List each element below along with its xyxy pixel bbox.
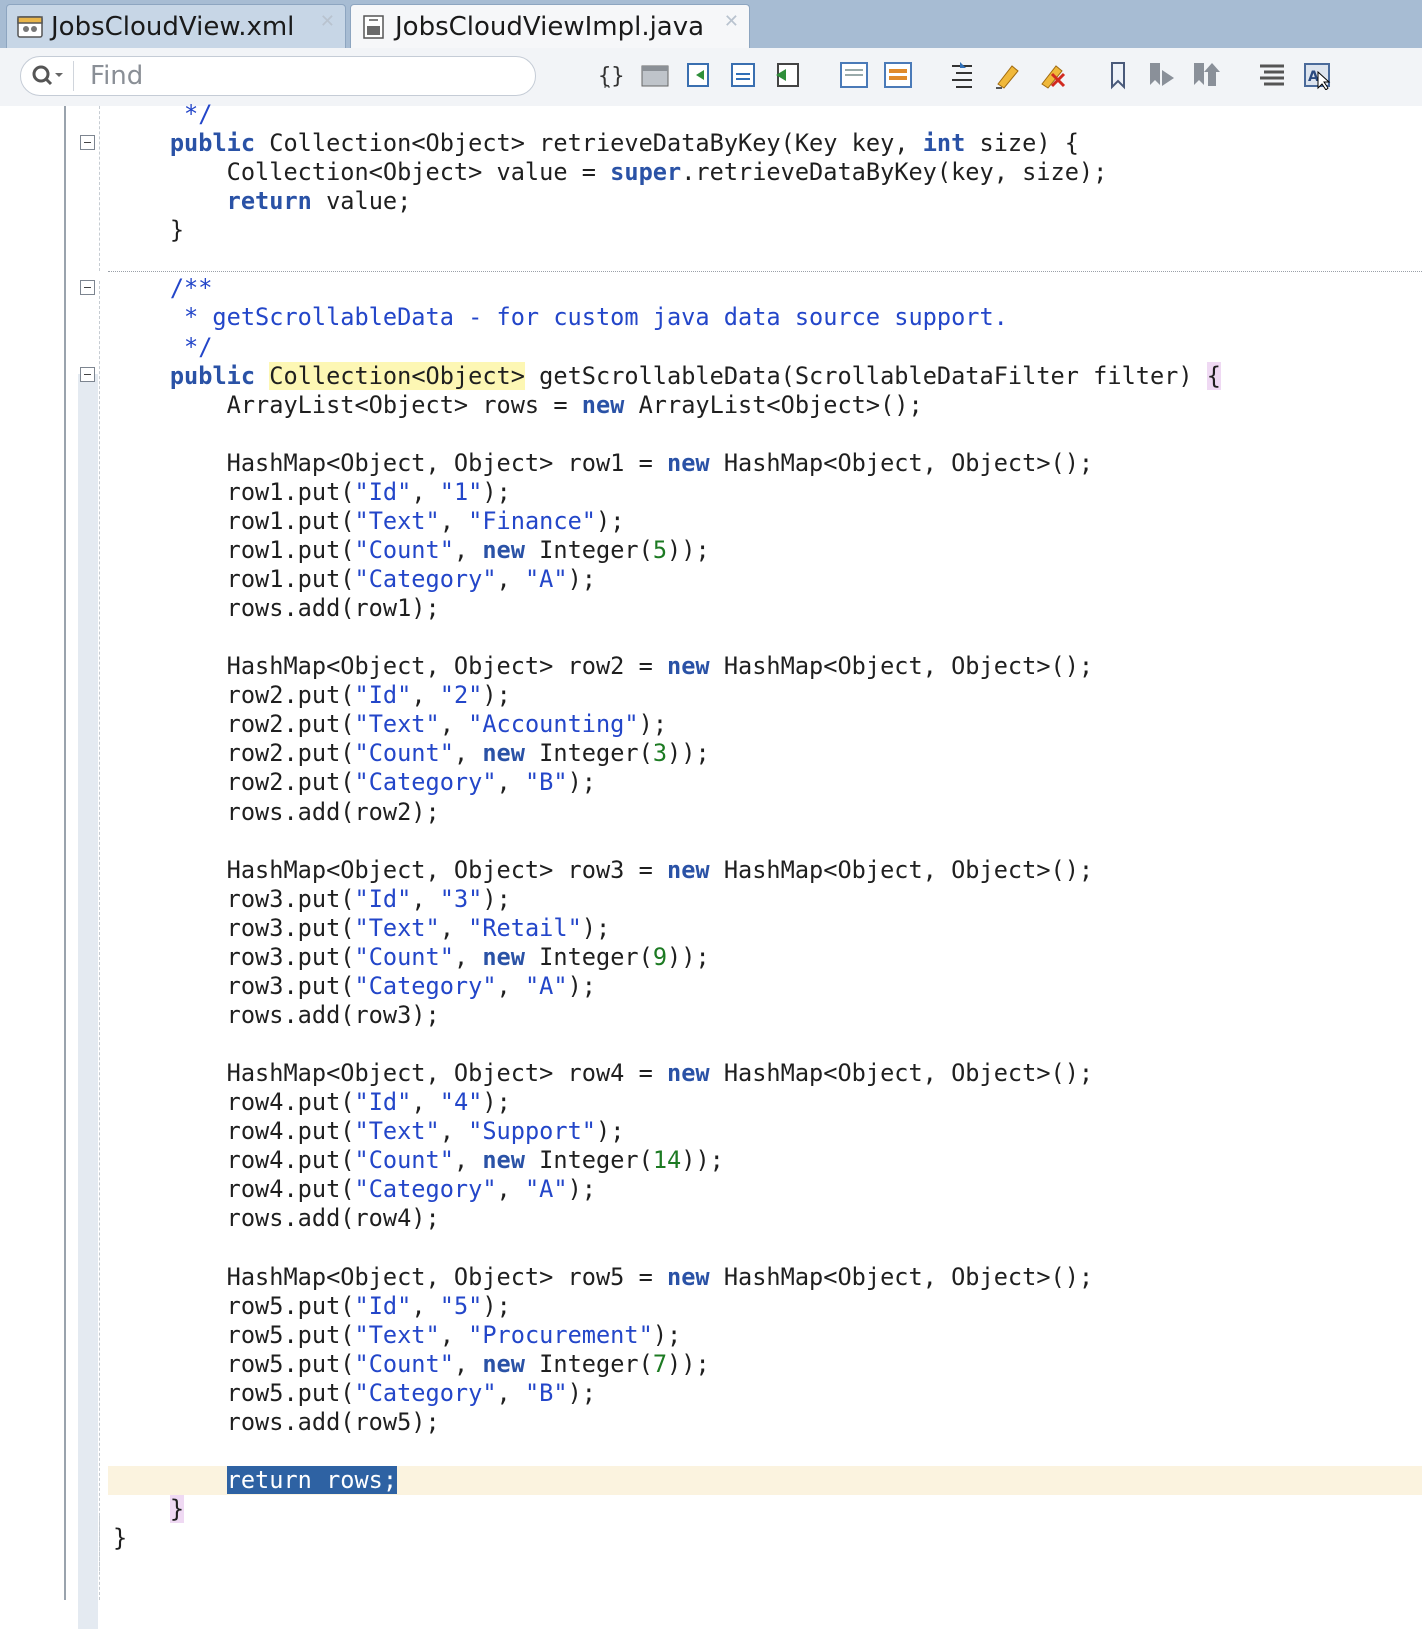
code-line: rows.add(row1); — [113, 594, 440, 623]
code-line: rows.add(row3); — [113, 1000, 440, 1029]
code-line: row4.put("Count", new Integer(14)); — [113, 1146, 724, 1175]
fold-guide — [99, 106, 100, 271]
previous-bookmark-icon[interactable] — [1188, 58, 1224, 92]
navigate-back-icon[interactable] — [682, 58, 718, 92]
code-line: row5.put("Count", new Integer(7)); — [113, 1349, 710, 1378]
code-line: row1.put("Count", new Integer(5)); — [113, 535, 710, 564]
code-assist-icon[interactable]: A — [1300, 58, 1336, 92]
editor-tab-bar: JobsCloudView.xml ✕ JobsCloudViewImpl.ja… — [0, 0, 1422, 48]
go-to-source-icon[interactable] — [770, 58, 806, 92]
search-input[interactable] — [88, 58, 535, 94]
code-line: rows.add(row2); — [113, 797, 440, 826]
next-bookmark-icon[interactable] — [1144, 58, 1180, 92]
code-template-icon[interactable] — [638, 58, 674, 92]
code-line: return rows; — [226, 1465, 398, 1494]
code-line: /** — [113, 274, 213, 303]
code-line: */ — [113, 332, 213, 361]
code-line: row4.put("Id", "4"); — [113, 1088, 511, 1117]
code-line: * getScrollableData - for custom java da… — [113, 303, 1008, 332]
navigate-forward-icon[interactable] — [726, 58, 762, 92]
toggle-block-icon[interactable] — [880, 58, 916, 92]
divider — [73, 61, 74, 91]
code-line: HashMap<Object, Object> row3 = new HashM… — [113, 855, 1094, 884]
code-line: } — [113, 1524, 128, 1553]
code-line: row3.put("Count", new Integer(9)); — [113, 942, 710, 971]
bookmark-icon[interactable] — [1100, 58, 1136, 92]
code-line: rows.add(row5); — [113, 1407, 440, 1436]
close-icon[interactable]: ✕ — [320, 11, 335, 32]
code-line: return value; — [226, 187, 412, 216]
code-line: HashMap<Object, Object> row5 = new HashM… — [113, 1262, 1094, 1291]
code-line: row3.put("Category", "A"); — [113, 971, 596, 1000]
fold-toggle-icon[interactable] — [80, 135, 95, 150]
format-code-icon[interactable] — [944, 58, 980, 92]
code-line: row2.put("Count", new Integer(3)); — [113, 739, 710, 768]
code-editor[interactable]: */ public Collection<Object> retrieveDat… — [0, 100, 1422, 1629]
java-file-icon — [363, 14, 384, 39]
tab-label: JobsCloudViewImpl.java — [395, 11, 705, 42]
gutter-border — [64, 106, 66, 1600]
code-line: row5.put("Category", "B"); — [113, 1378, 596, 1407]
code-line: public Collection<Object> getScrollableD… — [169, 361, 1222, 390]
tab-label: JobsCloudView.xml — [51, 11, 295, 42]
fold-guide — [99, 281, 100, 1571]
code-line: HashMap<Object, Object> row1 = new HashM… — [113, 448, 1094, 477]
code-line: row1.put("Id", "1"); — [113, 477, 511, 506]
code-line: } — [113, 216, 185, 245]
code-line: ArrayList<Object> rows = new ArrayList<O… — [113, 390, 923, 419]
highlight-icon[interactable] — [990, 58, 1026, 92]
clear-highlight-icon[interactable] — [1034, 58, 1070, 92]
fold-toggle-icon[interactable] — [80, 280, 95, 295]
svg-text:{}: {} — [598, 64, 625, 89]
code-line: row5.put("Text", "Procurement"); — [113, 1320, 682, 1349]
code-line: HashMap<Object, Object> row4 = new HashM… — [113, 1059, 1094, 1088]
code-line: row5.put("Id", "5"); — [113, 1291, 511, 1320]
code-line: row3.put("Id", "3"); — [113, 884, 511, 913]
code-line: rows.add(row4); — [113, 1204, 440, 1233]
code-line: Collection<Object> value = super.retriev… — [113, 158, 1108, 187]
code-area[interactable]: */ public Collection<Object> retrieveDat… — [113, 100, 1222, 1553]
code-line: row1.put("Category", "A"); — [113, 565, 596, 593]
xml-file-icon — [17, 15, 43, 38]
close-icon[interactable]: ✕ — [724, 11, 739, 32]
fold-guide — [99, 1516, 100, 1600]
outline-icon[interactable] — [1254, 58, 1290, 92]
find-box — [20, 56, 536, 96]
code-line: row2.put("Category", "B"); — [113, 768, 596, 797]
code-line: row2.put("Text", "Accounting"); — [113, 710, 668, 739]
toggle-comment-icon[interactable] — [836, 58, 872, 92]
editor-toolbar: {} A — [0, 48, 1422, 107]
fold-region-highlight — [78, 374, 98, 1629]
code-line: row2.put("Id", "2"); — [113, 681, 511, 710]
code-line: HashMap<Object, Object> row2 = new HashM… — [113, 652, 1094, 681]
code-line: } — [169, 1495, 185, 1523]
fold-toggle-icon[interactable] — [80, 367, 95, 382]
code-line: public Collection<Object> retrieveDataBy… — [169, 129, 1079, 158]
tab-jobscloudviewimpl-java[interactable]: JobsCloudViewImpl.java ✕ — [350, 4, 750, 48]
svg-text:A: A — [1308, 69, 1319, 85]
code-line: */ — [113, 100, 213, 128]
code-line: row4.put("Text", "Support"); — [113, 1117, 625, 1146]
code-line: row3.put("Text", "Retail"); — [113, 913, 611, 942]
toggle-braces-icon[interactable]: {} — [594, 58, 630, 92]
search-icon[interactable] — [21, 57, 73, 95]
tab-jobscloudview-xml[interactable]: JobsCloudView.xml ✕ — [6, 4, 346, 48]
code-line: row4.put("Category", "A"); — [113, 1175, 596, 1204]
code-line: row1.put("Text", "Finance"); — [113, 506, 625, 535]
